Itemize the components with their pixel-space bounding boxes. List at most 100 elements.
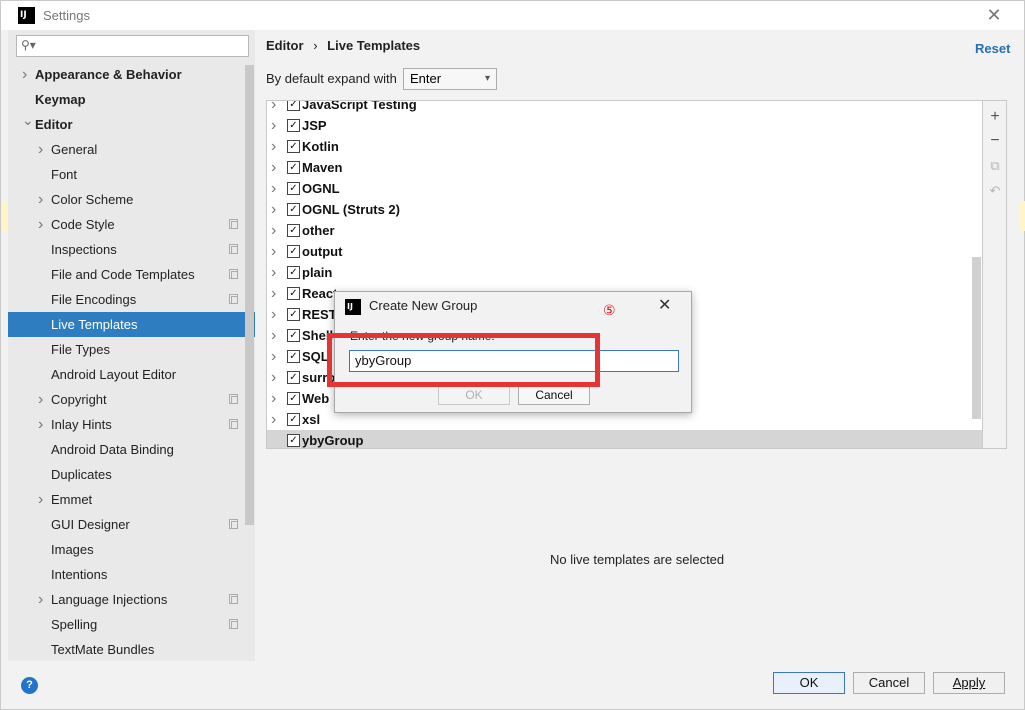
template-group-row[interactable]: › ✓ other	[267, 220, 982, 241]
group-checkbox[interactable]: ✓	[287, 287, 300, 300]
chevron-right-icon[interactable]: ›	[271, 325, 276, 346]
sidebar-scrollbar[interactable]	[245, 65, 254, 525]
chevron-right-icon[interactable]: ›	[271, 262, 276, 283]
template-group-row[interactable]: › ✓ Maven	[267, 157, 982, 178]
group-checkbox[interactable]: ✓	[287, 119, 300, 132]
chevron-right-icon[interactable]: ›	[271, 304, 276, 325]
chevron-right-icon[interactable]: ›	[38, 587, 50, 612]
sidebar-item[interactable]: Font	[8, 162, 255, 187]
sidebar-item[interactable]: Duplicates	[8, 462, 255, 487]
chevron-right-icon[interactable]: ›	[271, 241, 276, 262]
close-dialog-icon[interactable]: ✕	[658, 295, 671, 315]
ok-button[interactable]: OK	[773, 672, 845, 694]
sidebar-item[interactable]: TextMate Bundles	[8, 637, 255, 662]
group-checkbox[interactable]: ✓	[287, 434, 300, 447]
group-checkbox[interactable]: ✓	[287, 203, 300, 216]
sidebar-item[interactable]: Spelling	[8, 612, 255, 637]
apply-button[interactable]: Apply	[933, 672, 1005, 694]
group-checkbox[interactable]: ✓	[287, 413, 300, 426]
background-editor-strip	[1, 201, 8, 231]
sidebar-item[interactable]: Images	[8, 537, 255, 562]
sidebar-item[interactable]: › Inlay Hints	[8, 412, 255, 437]
sidebar-item[interactable]: › General	[8, 137, 255, 162]
chevron-right-icon[interactable]: ›	[271, 220, 276, 241]
template-group-row[interactable]: ✓ ybyGroup	[267, 430, 982, 448]
template-group-name: other	[302, 223, 335, 238]
cancel-button[interactable]: Cancel	[853, 672, 925, 694]
sidebar-item[interactable]: › Color Scheme	[8, 187, 255, 212]
chevron-right-icon[interactable]: ›	[271, 199, 276, 220]
close-window-icon[interactable]: ✕	[984, 4, 1004, 26]
chevron-right-icon[interactable]: ›	[38, 187, 50, 212]
group-checkbox[interactable]: ✓	[287, 101, 300, 111]
chevron-right-icon[interactable]: ›	[271, 388, 276, 409]
sidebar-item[interactable]: Android Layout Editor	[8, 362, 255, 387]
sidebar-item[interactable]: › Copyright	[8, 387, 255, 412]
chevron-right-icon[interactable]: ›	[38, 487, 50, 512]
chevron-right-icon[interactable]: ›	[38, 412, 50, 437]
restore-icon[interactable]: ↶	[983, 179, 1007, 203]
chevron-down-icon[interactable]: ⌄	[22, 108, 34, 133]
chevron-right-icon[interactable]: ›	[271, 157, 276, 178]
remove-icon[interactable]: −	[983, 129, 1007, 153]
chevron-right-icon[interactable]: ›	[271, 115, 276, 136]
sidebar-item-label: Android Data Binding	[51, 442, 174, 457]
group-checkbox[interactable]: ✓	[287, 224, 300, 237]
group-checkbox[interactable]: ✓	[287, 182, 300, 195]
template-group-row[interactable]: › ✓ output	[267, 241, 982, 262]
dialog-cancel-button[interactable]: Cancel	[518, 385, 590, 405]
group-checkbox[interactable]: ✓	[287, 392, 300, 405]
chevron-right-icon[interactable]: ›	[271, 367, 276, 388]
project-scope-icon	[229, 269, 238, 279]
chevron-right-icon[interactable]: ›	[38, 212, 50, 237]
group-checkbox[interactable]: ✓	[287, 371, 300, 384]
chevron-right-icon[interactable]: ›	[271, 178, 276, 199]
add-icon[interactable]: +	[983, 105, 1007, 129]
chevron-right-icon[interactable]: ›	[271, 283, 276, 304]
breadcrumb-parent[interactable]: Editor	[266, 38, 304, 53]
breadcrumb: Editor › Live Templates	[266, 38, 420, 53]
sidebar-item[interactable]: › Language Injections	[8, 587, 255, 612]
chevron-right-icon[interactable]: ›	[271, 101, 276, 115]
template-group-row[interactable]: › ✓ plain	[267, 262, 982, 283]
help-icon[interactable]: ?	[21, 677, 38, 694]
template-group-row[interactable]: › ✓ OGNL	[267, 178, 982, 199]
group-checkbox[interactable]: ✓	[287, 140, 300, 153]
template-group-row[interactable]: › ✓ JavaScript Testing	[267, 101, 982, 115]
copy-icon[interactable]: ⧉	[983, 154, 1007, 178]
chevron-right-icon[interactable]: ›	[38, 387, 50, 412]
sidebar-item[interactable]: › Appearance & Behavior	[8, 62, 255, 87]
dialog-ok-button[interactable]: OK	[438, 385, 510, 405]
sidebar-item[interactable]: Intentions	[8, 562, 255, 587]
group-checkbox[interactable]: ✓	[287, 266, 300, 279]
sidebar-item[interactable]: File Types	[8, 337, 255, 362]
sidebar-item[interactable]: Live Templates	[8, 312, 255, 337]
sidebar-item[interactable]: ⌄ Editor	[8, 112, 255, 137]
template-list-scrollbar[interactable]	[972, 257, 981, 419]
sidebar-item[interactable]: Android Data Binding	[8, 437, 255, 462]
sidebar-item[interactable]: File and Code Templates	[8, 262, 255, 287]
sidebar-item[interactable]: › Emmet	[8, 487, 255, 512]
sidebar-item-label: Font	[51, 167, 78, 182]
expand-with-select[interactable]: Enter ▾	[403, 68, 497, 90]
template-group-row[interactable]: › ✓ Kotlin	[267, 136, 982, 157]
reset-link[interactable]: Reset	[975, 41, 1010, 56]
chevron-right-icon[interactable]: ›	[271, 409, 276, 430]
group-checkbox[interactable]: ✓	[287, 308, 300, 321]
settings-search-input[interactable]: ⚲▾	[16, 35, 249, 57]
group-checkbox[interactable]: ✓	[287, 161, 300, 174]
template-group-row[interactable]: › ✓ JSP	[267, 115, 982, 136]
sidebar-item[interactable]: GUI Designer	[8, 512, 255, 537]
chevron-right-icon[interactable]: ›	[22, 62, 34, 87]
group-checkbox[interactable]: ✓	[287, 245, 300, 258]
sidebar-item[interactable]: › Code Style	[8, 212, 255, 237]
chevron-right-icon[interactable]: ›	[38, 137, 50, 162]
template-group-row[interactable]: › ✓ OGNL (Struts 2)	[267, 199, 982, 220]
chevron-right-icon[interactable]: ›	[271, 346, 276, 367]
sidebar-item[interactable]: File Encodings	[8, 287, 255, 312]
sidebar-item[interactable]: Keymap	[8, 87, 255, 112]
chevron-right-icon[interactable]: ›	[271, 136, 276, 157]
group-checkbox[interactable]: ✓	[287, 329, 300, 342]
group-checkbox[interactable]: ✓	[287, 350, 300, 363]
sidebar-item[interactable]: Inspections	[8, 237, 255, 262]
